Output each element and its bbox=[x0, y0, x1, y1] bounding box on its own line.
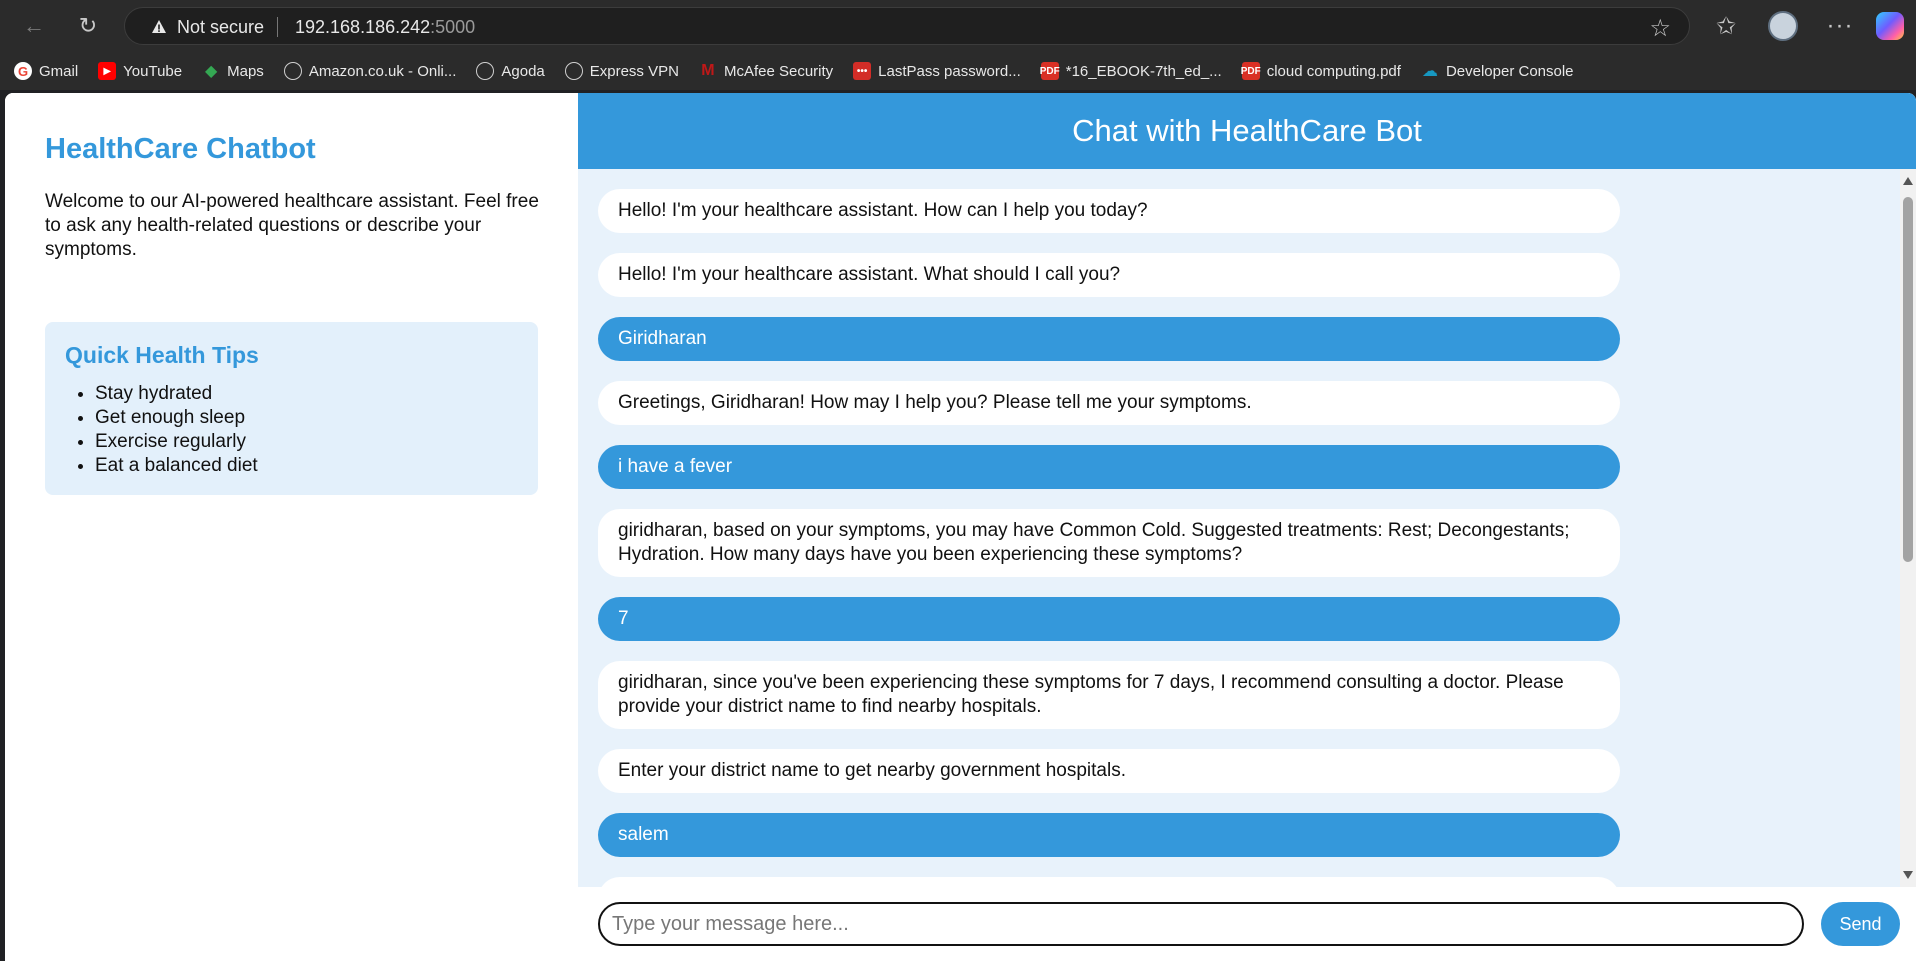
lastpass-icon: ••• bbox=[853, 62, 872, 80]
bookmark-item[interactable]: ○ Amazon.co.uk - Onli... bbox=[283, 62, 457, 80]
tip-item: Get enough sleep bbox=[95, 406, 258, 430]
bot-message: giridharan, since you've been experienci… bbox=[598, 661, 1620, 729]
bot-message: Enter your district name to get nearby g… bbox=[598, 749, 1620, 793]
bookmark-item[interactable]: G Gmail bbox=[14, 62, 78, 80]
health-tips-panel: Quick Health Tips Stay hydrated Get enou… bbox=[45, 322, 538, 495]
copilot-icon[interactable] bbox=[1876, 12, 1904, 40]
bookmark-label: Gmail bbox=[39, 62, 79, 80]
pdf-icon: PDF bbox=[1040, 62, 1060, 80]
chat-panel: Chat with HealthCare Bot Hello! I'm your… bbox=[578, 93, 1916, 961]
pdf-icon: PDF bbox=[1241, 62, 1261, 80]
message-input[interactable] bbox=[598, 902, 1804, 946]
scroll-up-arrow-icon[interactable] bbox=[1903, 177, 1913, 185]
mcafee-icon: M bbox=[701, 62, 715, 79]
url-text[interactable]: 192.168.186.242:5000 bbox=[295, 17, 475, 38]
user-message: 7 bbox=[598, 597, 1620, 641]
bookmark-label: cloud computing.pdf bbox=[1266, 62, 1401, 80]
bot-message: Greetings, Giridharan! How may I help yo… bbox=[598, 381, 1620, 425]
bookmark-item[interactable]: ••• LastPass password... bbox=[853, 62, 1021, 80]
bookmark-item[interactable]: ○ Agoda bbox=[476, 62, 545, 80]
globe-icon: ○ bbox=[476, 62, 495, 80]
tip-item: Stay hydrated bbox=[95, 382, 258, 406]
tip-item: Eat a balanced diet bbox=[95, 454, 258, 478]
bookmark-label: Amazon.co.uk - Onli... bbox=[308, 62, 457, 80]
bookmark-label: Express VPN bbox=[589, 62, 679, 80]
bookmark-item[interactable]: ▶ YouTube bbox=[98, 62, 182, 80]
globe-icon: ○ bbox=[564, 62, 583, 80]
bookmark-star-icon[interactable]: ☆ bbox=[1649, 14, 1671, 43]
bookmarks-bar: G Gmail ▶ YouTube ◆ Maps ○ Amazon.co.uk - Onli.… bbox=[0, 52, 1916, 90]
tips-list: Stay hydrated Get enough sleep Exercise … bbox=[95, 382, 258, 478]
more-menu-icon[interactable]: ··· bbox=[1822, 10, 1858, 42]
app-title: HealthCare Chatbot bbox=[45, 133, 316, 165]
tips-title: Quick Health Tips bbox=[65, 342, 259, 368]
back-arrow-icon[interactable]: ← bbox=[18, 10, 50, 42]
bookmark-label: Maps bbox=[227, 62, 264, 80]
salesforce-icon: ☁ bbox=[1421, 63, 1438, 80]
bookmark-item[interactable]: M McAfee Security bbox=[699, 62, 833, 80]
bot-message: Hello! I'm your healthcare assistant. Wh… bbox=[598, 253, 1620, 297]
browser-toolbar: ← ↻ Not secure 192.168.186.242:5000 ☆ ✩ … bbox=[0, 0, 1916, 52]
globe-icon: ○ bbox=[283, 62, 302, 80]
user-message: i have a fever bbox=[598, 445, 1620, 489]
bookmark-label: *16_EBOOK-7th_ed_... bbox=[1065, 62, 1222, 80]
user-message: salem bbox=[598, 813, 1620, 857]
bot-message: Hello! I'm your healthcare assistant. Ho… bbox=[598, 189, 1620, 233]
url-divider bbox=[277, 17, 278, 37]
bookmark-item[interactable]: PDF cloud computing.pdf bbox=[1241, 62, 1401, 80]
bookmark-label: Developer Console bbox=[1445, 62, 1574, 80]
youtube-icon: ▶ bbox=[98, 62, 117, 80]
security-label: Not secure bbox=[177, 17, 265, 37]
send-button[interactable]: Send bbox=[1821, 902, 1900, 946]
maps-icon: ◆ bbox=[204, 63, 218, 80]
message-list[interactable]: Hello! I'm your healthcare assistant. Ho… bbox=[578, 169, 1916, 887]
bookmark-item[interactable]: ◆ Maps bbox=[202, 62, 264, 81]
chat-scrollbar[interactable] bbox=[1900, 169, 1916, 887]
address-bar[interactable]: Not secure 192.168.186.242:5000 ☆ bbox=[124, 7, 1690, 45]
user-message: Giridharan bbox=[598, 317, 1620, 361]
bookmark-item[interactable]: ☁ Developer Console bbox=[1421, 62, 1574, 81]
scroll-down-arrow-icon[interactable] bbox=[1903, 871, 1913, 879]
url-host: 192.168.186.242 bbox=[295, 17, 431, 37]
bot-message: giridharan, based on your symptoms, you … bbox=[598, 509, 1620, 577]
favorites-icon[interactable]: ✩ bbox=[1710, 10, 1742, 42]
gmail-icon: G bbox=[14, 62, 32, 80]
bookmark-item[interactable]: PDF *16_EBOOK-7th_ed_... bbox=[1040, 62, 1222, 80]
bookmark-item[interactable]: ○ Express VPN bbox=[564, 62, 679, 80]
web-page: HealthCare Chatbot Welcome to our AI-pow… bbox=[5, 93, 1916, 961]
bookmark-label: YouTube bbox=[123, 62, 183, 80]
profile-avatar[interactable] bbox=[1768, 11, 1798, 41]
sidebar: HealthCare Chatbot Welcome to our AI-pow… bbox=[5, 93, 578, 961]
warning-icon[interactable] bbox=[151, 19, 167, 35]
welcome-text: Welcome to our AI-powered healthcare ass… bbox=[45, 191, 539, 260]
bot-message-partial bbox=[598, 877, 1620, 887]
bookmark-label: Agoda bbox=[501, 62, 545, 80]
scrollbar-thumb[interactable] bbox=[1903, 197, 1913, 562]
bookmark-label: McAfee Security bbox=[723, 62, 834, 80]
bookmark-label: LastPass password... bbox=[878, 62, 1021, 80]
chat-header: Chat with HealthCare Bot bbox=[578, 93, 1916, 169]
url-port: :5000 bbox=[430, 17, 476, 37]
message-input-row: Send bbox=[578, 887, 1916, 961]
tip-item: Exercise regularly bbox=[95, 430, 258, 454]
reload-icon[interactable]: ↻ bbox=[72, 10, 104, 42]
